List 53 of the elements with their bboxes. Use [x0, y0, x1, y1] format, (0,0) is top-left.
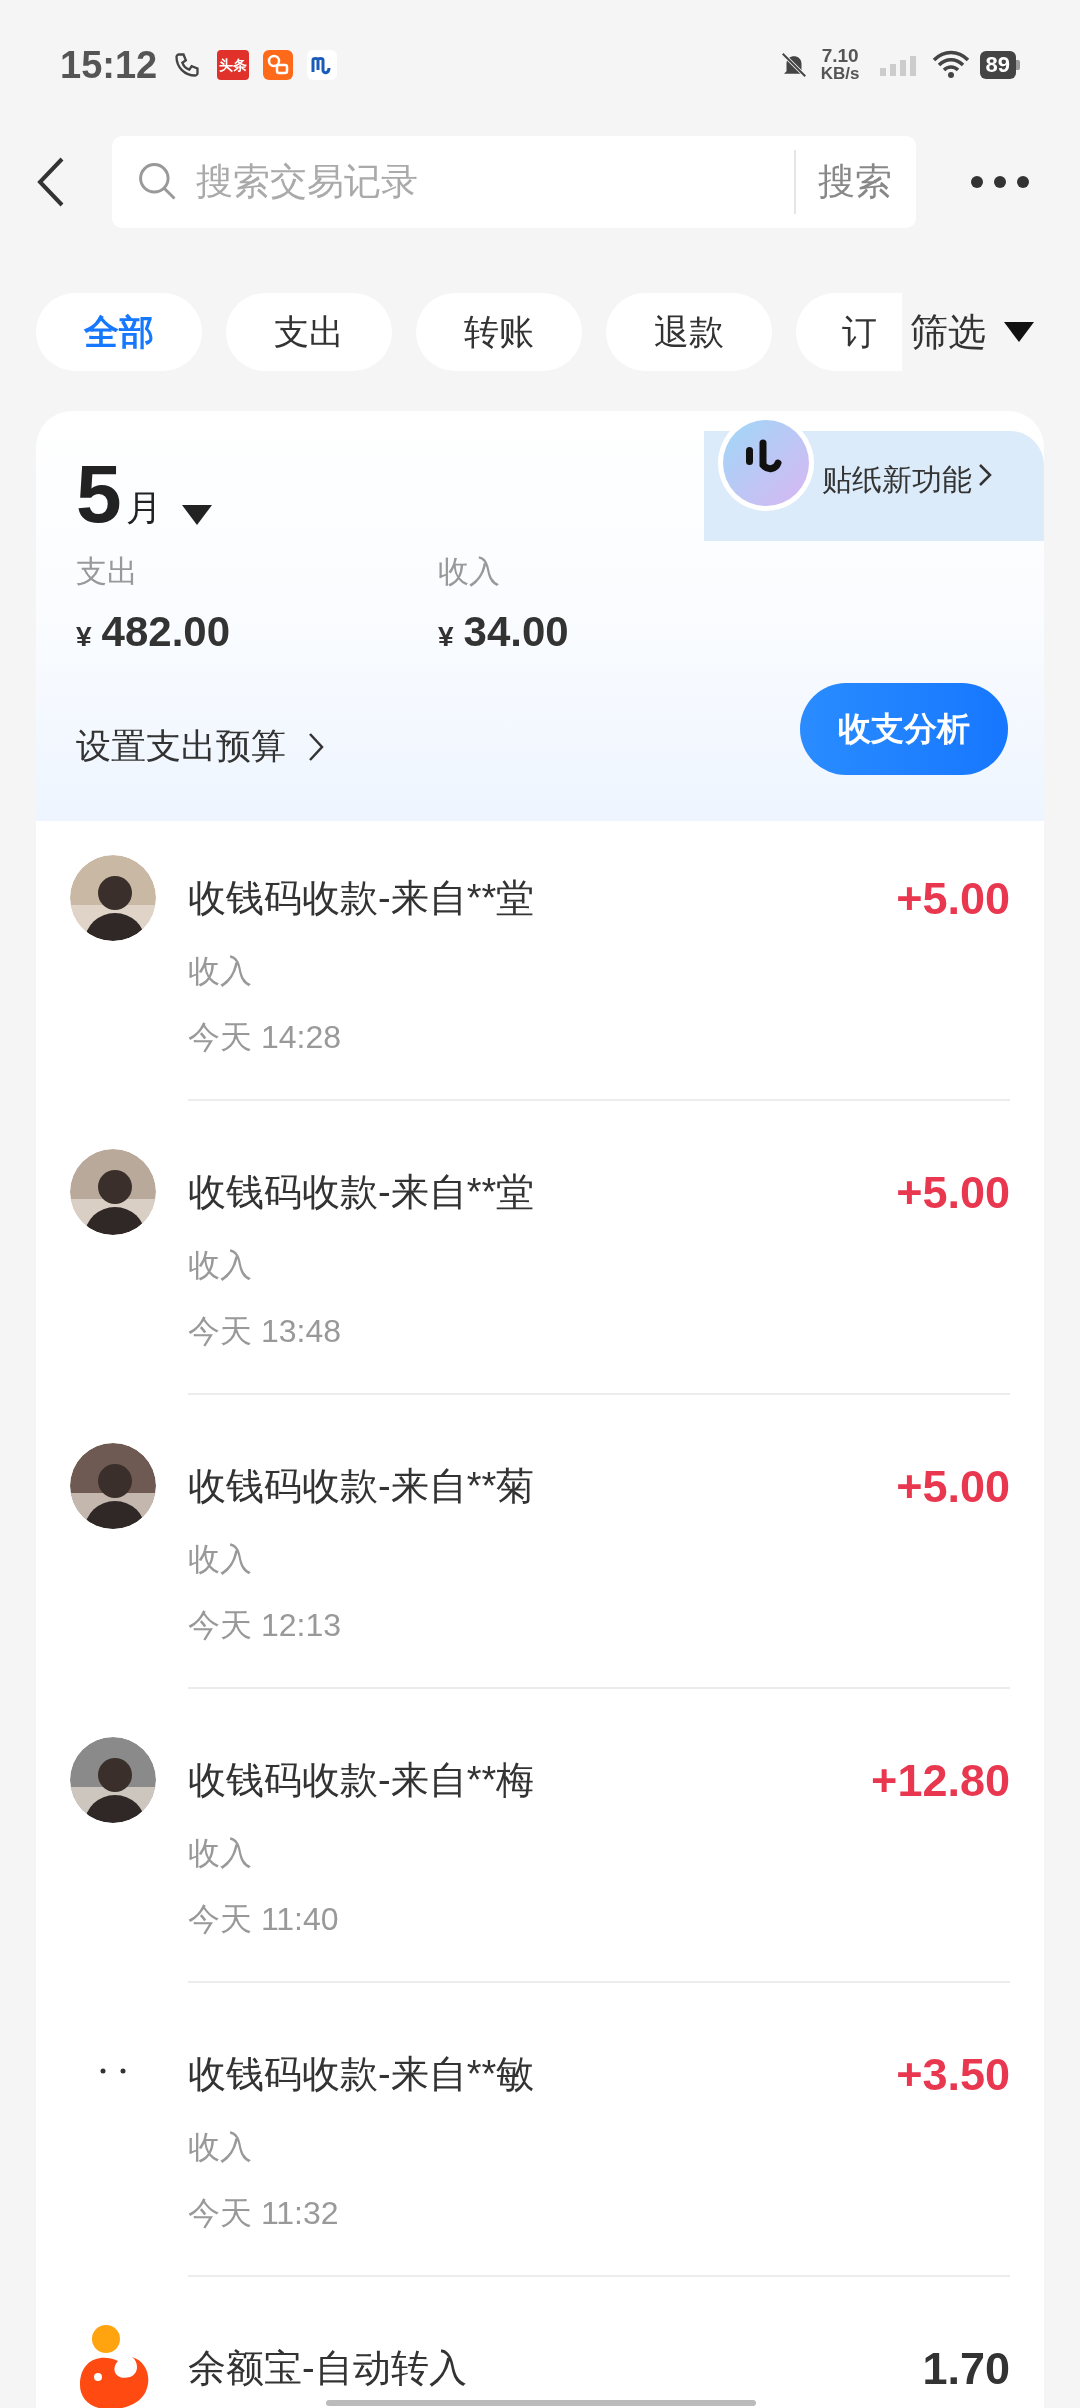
analysis-button[interactable]: 收支分析: [800, 682, 1008, 775]
transaction-title: 余额宝-自动转入: [188, 2346, 467, 2392]
transaction-category: 收入: [188, 1245, 253, 1285]
month-unit: 月: [125, 486, 162, 530]
transaction-title: 收钱码收款-来自**堂: [188, 876, 535, 922]
transaction-time: 今天 13:48: [188, 1311, 342, 1351]
transaction-category: 收入: [188, 1539, 253, 1579]
signal-icon: [879, 54, 916, 76]
search-field[interactable]: 搜索交易记录 搜索: [112, 136, 916, 228]
more-icon[interactable]: [970, 175, 1030, 189]
transaction-title: 收钱码收款-来自**敏: [188, 2052, 535, 2098]
chevron-right-icon: [308, 731, 324, 762]
transaction-title: 收钱码收款-来自**菊: [188, 1464, 535, 1510]
transaction-amount: +12.80: [871, 1754, 1010, 1808]
filter-tab[interactable]: 订: [796, 293, 902, 371]
income-label: 收入: [438, 553, 501, 591]
network-speed-unit: KB/s: [820, 65, 860, 83]
transaction-title: 收钱码收款-来自**梅: [188, 1758, 535, 1804]
budget-link[interactable]: 设置支出预算: [76, 720, 324, 773]
filter-tab[interactable]: 支出: [226, 293, 392, 371]
app-icon: [263, 50, 294, 80]
transaction-time: 今天 11:32: [188, 2193, 340, 2233]
expense-amount: ¥ 482.00: [76, 606, 232, 657]
filter-tab[interactable]: 全部: [36, 293, 202, 371]
transaction-time: 今天 14:28: [188, 1017, 342, 1057]
chevron-right-icon: [978, 463, 992, 487]
income-amount: ¥ 34.00: [438, 606, 569, 657]
transaction-category: 收入: [188, 951, 253, 991]
app-icon: [307, 50, 338, 80]
transaction-title: 收钱码收款-来自**堂: [188, 1170, 535, 1216]
transaction-category: 收入: [188, 1833, 253, 1873]
transaction-amount: +3.50: [896, 2048, 1010, 2102]
transaction-amount: +5.00: [896, 1460, 1010, 1514]
transaction-time: 今天 12:13: [188, 1605, 342, 1645]
filter-tab[interactable]: 转账: [416, 293, 582, 371]
dropdown-icon[interactable]: [181, 505, 212, 525]
transaction-amount: 1.70: [922, 2342, 1010, 2396]
app-icon: 头条: [217, 50, 250, 80]
phone-icon: [173, 51, 202, 79]
transaction-category: 收入: [188, 2127, 253, 2167]
transaction-time: 今天 11:40: [188, 1899, 340, 1939]
back-icon[interactable]: [36, 156, 66, 208]
search-button[interactable]: 搜索: [818, 154, 892, 210]
filter-tab[interactable]: 退款: [606, 293, 772, 371]
transaction-amount: +5.00: [896, 872, 1010, 926]
status-time: 15:12: [60, 42, 158, 88]
wifi-icon: [931, 50, 970, 80]
dropdown-icon: [1004, 322, 1034, 342]
transaction-amount: +5.00: [896, 1166, 1010, 1220]
network-speed: 7.10: [821, 47, 859, 65]
filter-button[interactable]: 筛选: [910, 303, 1034, 361]
expense-label: 支出: [76, 553, 139, 591]
month-number: 5: [76, 453, 122, 535]
